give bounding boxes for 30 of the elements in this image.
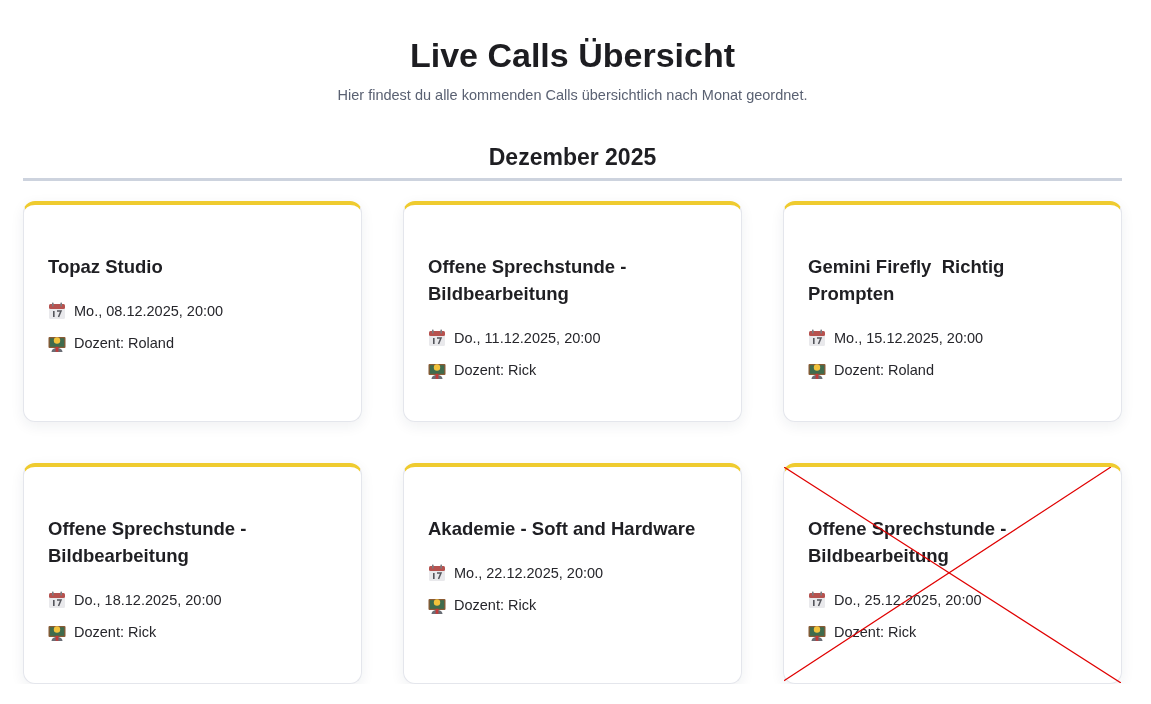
event-lecturer: Dozent: Roland (834, 361, 934, 380)
event-title: Gemini Firefly Richtig Prompten (808, 255, 1006, 306)
event-title: Offene Sprechstunde - Bildbearbeitung (428, 255, 628, 306)
calendar-icon (808, 329, 826, 347)
page-subtitle: Hier findest du alle kommenden Calls übersichtlich nach Monat geordnet. (336, 86, 809, 105)
event-title: Offene Sprechstunde - Bildbearbeitung (48, 517, 248, 568)
person-at-board-icon (48, 623, 66, 641)
event-lecturer: Dozent: Rick (454, 596, 537, 615)
event-lecturer: Dozent: Rick (74, 623, 157, 642)
event-title: Topaz Studio (48, 255, 164, 279)
event-date: Mo., 15.12.2025, 20:00 (834, 329, 984, 348)
calendar-icon (48, 302, 66, 320)
event-date: Mo., 22.12.2025, 20:00 (454, 564, 604, 583)
event-date: Mo., 08.12.2025, 20:00 (74, 302, 224, 321)
calendar-icon (808, 591, 826, 609)
calendar-icon (428, 329, 446, 347)
event-lecturer: Dozent: Rick (454, 361, 537, 380)
event-date: Do., 11.12.2025, 20:00 (454, 329, 601, 348)
page-title: Live Calls Übersicht (409, 35, 736, 76)
calendar-icon (48, 591, 66, 609)
person-at-board-icon (48, 334, 66, 352)
event-date: Do., 18.12.2025, 20:00 (74, 591, 222, 610)
calendar-icon (428, 564, 446, 582)
person-at-board-icon (808, 361, 826, 379)
person-at-board-icon (428, 361, 446, 379)
person-at-board-icon (808, 623, 826, 641)
event-title: Akademie - Soft and Hardware (428, 517, 697, 541)
person-at-board-icon (428, 596, 446, 614)
month-heading: Dezember 2025 (23, 142, 1122, 181)
event-lecturer: Dozent: Roland (74, 334, 174, 353)
